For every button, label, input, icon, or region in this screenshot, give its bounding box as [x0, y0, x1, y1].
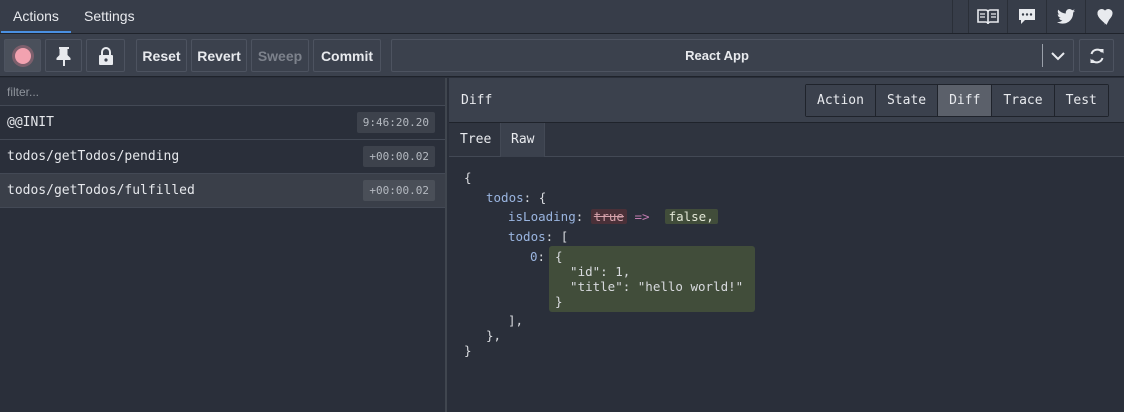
subtab-tree[interactable]: Tree — [450, 123, 501, 157]
inspector-header: Diff Action State Diff Trace Test — [449, 78, 1124, 123]
diff-key: todos — [486, 190, 524, 205]
code-line: } — [464, 343, 472, 358]
book-icon[interactable] — [968, 0, 1007, 33]
instance-select[interactable]: React App — [391, 39, 1074, 72]
twitter-icon[interactable] — [1046, 0, 1085, 33]
added-value: false, — [664, 209, 718, 224]
heart-icon[interactable] — [1085, 0, 1124, 33]
sweep-button[interactable]: Sweep — [251, 39, 309, 72]
code-line: { — [464, 170, 472, 185]
tab-trace[interactable]: Trace — [991, 85, 1054, 116]
tab-state[interactable]: State — [874, 85, 938, 116]
action-list-pane: filter... @@INIT 9:46:20.20 todos/getTod… — [0, 78, 447, 412]
tab-actions[interactable]: Actions — [1, 0, 71, 33]
toolbar: Reset Revert Sweep Commit React App — [0, 34, 1124, 77]
chevron-down-icon — [1051, 52, 1065, 61]
diff-key: 0 — [530, 249, 538, 264]
action-name: @@INIT — [7, 115, 54, 130]
filter-input[interactable]: filter... — [0, 78, 445, 106]
tab-action[interactable]: Action — [806, 85, 875, 116]
pin-icon — [56, 46, 70, 66]
instance-label: React App — [685, 48, 749, 63]
change-arrow: => — [634, 209, 650, 224]
action-time: +00:00.02 — [363, 180, 435, 201]
tab-settings[interactable]: Settings — [72, 0, 147, 33]
view-subtabs: Tree Raw — [449, 123, 1124, 157]
chat-icon[interactable] — [1007, 0, 1046, 33]
code-line: }, — [486, 328, 502, 343]
added-line: "title": "hello world!" — [555, 279, 744, 294]
commit-button[interactable]: Commit — [313, 39, 381, 72]
action-time: +00:00.02 — [363, 146, 435, 167]
added-line: { — [555, 249, 563, 264]
action-row[interactable]: todos/getTodos/fulfilled +00:00.02 — [0, 174, 445, 208]
lock-button[interactable] — [86, 39, 125, 72]
tab-diff[interactable]: Diff — [937, 85, 992, 116]
diff-key: isLoading — [508, 209, 576, 224]
code-line: 0: — [530, 249, 546, 264]
action-name: todos/getTodos/fulfilled — [7, 183, 195, 198]
divider — [1042, 44, 1043, 67]
action-row[interactable]: todos/getTodos/pending +00:00.02 — [0, 140, 445, 174]
revert-button[interactable]: Revert — [191, 39, 247, 72]
diff-key: todos — [508, 229, 546, 244]
added-line: "id": 1, — [555, 264, 631, 279]
sync-icon — [1090, 48, 1103, 63]
action-row[interactable]: @@INIT 9:46:20.20 — [0, 106, 445, 140]
diff-view: { todos: { isLoading: true => false, tod… — [449, 158, 1124, 412]
inspector-tabs: Action State Diff Trace Test — [805, 84, 1109, 117]
sync-button[interactable] — [1079, 39, 1114, 72]
code-line: isLoading: true => false, — [508, 209, 718, 225]
top-tab-bar: Actions Settings — [0, 0, 1124, 34]
record-button[interactable] — [4, 39, 41, 72]
added-line: } — [555, 294, 563, 309]
record-icon — [14, 47, 31, 64]
inspector-pane: Diff Action State Diff Trace Test Tree R… — [449, 78, 1124, 412]
code-line: ], — [508, 313, 524, 328]
inspector-title: Diff — [461, 93, 493, 108]
lock-icon — [98, 46, 113, 65]
code-line: todos: { — [486, 190, 547, 205]
removed-value: true — [590, 209, 627, 224]
code-line: todos: [ — [508, 229, 569, 244]
action-time: 9:46:20.20 — [356, 112, 435, 133]
pin-button[interactable] — [45, 39, 82, 72]
reset-button[interactable]: Reset — [136, 39, 187, 72]
subtab-raw[interactable]: Raw — [500, 123, 546, 157]
divider — [952, 0, 953, 33]
action-name: todos/getTodos/pending — [7, 149, 180, 164]
top-icons — [968, 0, 1124, 33]
tab-test[interactable]: Test — [1053, 85, 1108, 116]
